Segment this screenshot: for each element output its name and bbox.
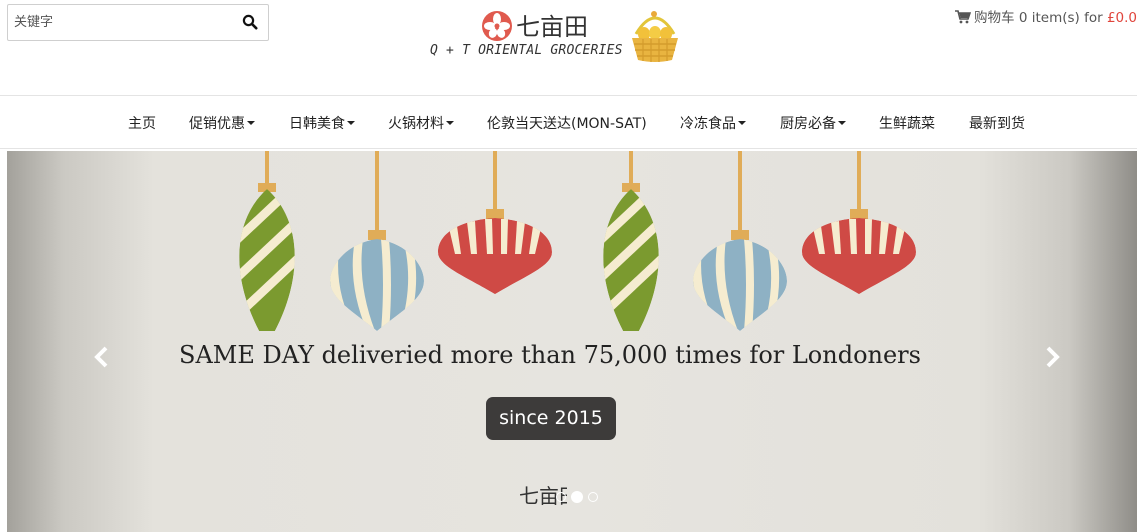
cart-count: 0 bbox=[1018, 10, 1028, 26]
search-input[interactable] bbox=[8, 5, 233, 40]
nav-item-label: 促销优惠 bbox=[189, 116, 245, 132]
logo-chinese-text: 七亩田 bbox=[516, 13, 586, 40]
nav-item-label: 火锅材料 bbox=[388, 116, 444, 132]
caret-down-icon bbox=[247, 121, 255, 125]
cart-icon bbox=[955, 10, 972, 24]
nav-item-label: 生鲜蔬菜 bbox=[879, 116, 935, 132]
nav-item-label: 厨房必备 bbox=[780, 116, 836, 132]
carousel-indicator-2[interactable] bbox=[571, 491, 583, 503]
chevron-left-icon[interactable] bbox=[91, 344, 113, 370]
nav-item-label: 日韩美食 bbox=[289, 116, 345, 132]
cart-summary[interactable]: 购物车 0 item(s) for £0.0 bbox=[955, 6, 1137, 26]
flower-logo-icon bbox=[482, 11, 512, 41]
nav-item-label: 主页 bbox=[128, 116, 156, 132]
nav-item-label: 伦敦当天送达(MON-SAT) bbox=[487, 116, 647, 132]
carousel-indicator-1[interactable] bbox=[556, 492, 566, 502]
slide-headline: SAME DAY deliveried more than 75,000 tim… bbox=[179, 341, 921, 369]
cart-total: £0.0 bbox=[1106, 10, 1137, 26]
svg-text:七亩田: 七亩田 bbox=[516, 13, 586, 40]
caret-down-icon bbox=[446, 121, 454, 125]
nav-item-japanese-korean-food[interactable]: 日韩美食 bbox=[289, 113, 355, 133]
caret-down-icon bbox=[347, 121, 355, 125]
cart-label: 购物车 bbox=[974, 10, 1015, 26]
nav-item-label: 冷冻食品 bbox=[680, 116, 736, 132]
nav-item-same-day-delivery[interactable]: 伦敦当天送达(MON-SAT) bbox=[487, 113, 647, 133]
carousel-indicator-3[interactable] bbox=[588, 492, 598, 502]
egg-basket-icon bbox=[632, 11, 678, 62]
nav-item-home[interactable]: 主页 bbox=[128, 113, 156, 133]
logo-english-text: Q + T ORIENTAL GROCERIES bbox=[430, 43, 623, 58]
nav-item-promotions[interactable]: 促销优惠 bbox=[189, 113, 255, 133]
nav-item-fresh-vegetables[interactable]: 生鲜蔬菜 bbox=[879, 113, 935, 133]
christmas-ornaments-illustration bbox=[7, 151, 1137, 331]
nav-item-frozen-food[interactable]: 冷冻食品 bbox=[680, 113, 746, 133]
chevron-right-icon[interactable] bbox=[1041, 344, 1063, 370]
site-logo[interactable]: 七亩田 Q + T ORIENTAL GROCERIES bbox=[428, 6, 622, 66]
site-header: 七亩田 Q + T ORIENTAL GROCERIES 购物车 0 item(… bbox=[0, 0, 1137, 95]
caret-down-icon bbox=[838, 121, 846, 125]
nav-item-label: 最新到货 bbox=[969, 116, 1025, 132]
search-box bbox=[7, 4, 269, 41]
main-nav: 主页 促销优惠 日韩美食 火锅材料 伦敦当天送达(MON-SAT) 冷冻食品 厨… bbox=[0, 95, 1137, 149]
nav-item-kitchen-essentials[interactable]: 厨房必备 bbox=[780, 113, 846, 133]
carousel-indicators bbox=[556, 491, 598, 503]
search-button[interactable] bbox=[242, 14, 260, 32]
since-badge: since 2015 bbox=[486, 397, 616, 440]
search-icon bbox=[242, 14, 258, 30]
nav-item-new-arrivals[interactable]: 最新到货 bbox=[969, 113, 1025, 133]
hero-carousel: SAME DAY deliveried more than 75,000 tim… bbox=[7, 151, 1137, 532]
caret-down-icon bbox=[738, 121, 746, 125]
cart-items-text: item(s) for bbox=[1031, 10, 1103, 26]
nav-item-hotpot[interactable]: 火锅材料 bbox=[388, 113, 454, 133]
